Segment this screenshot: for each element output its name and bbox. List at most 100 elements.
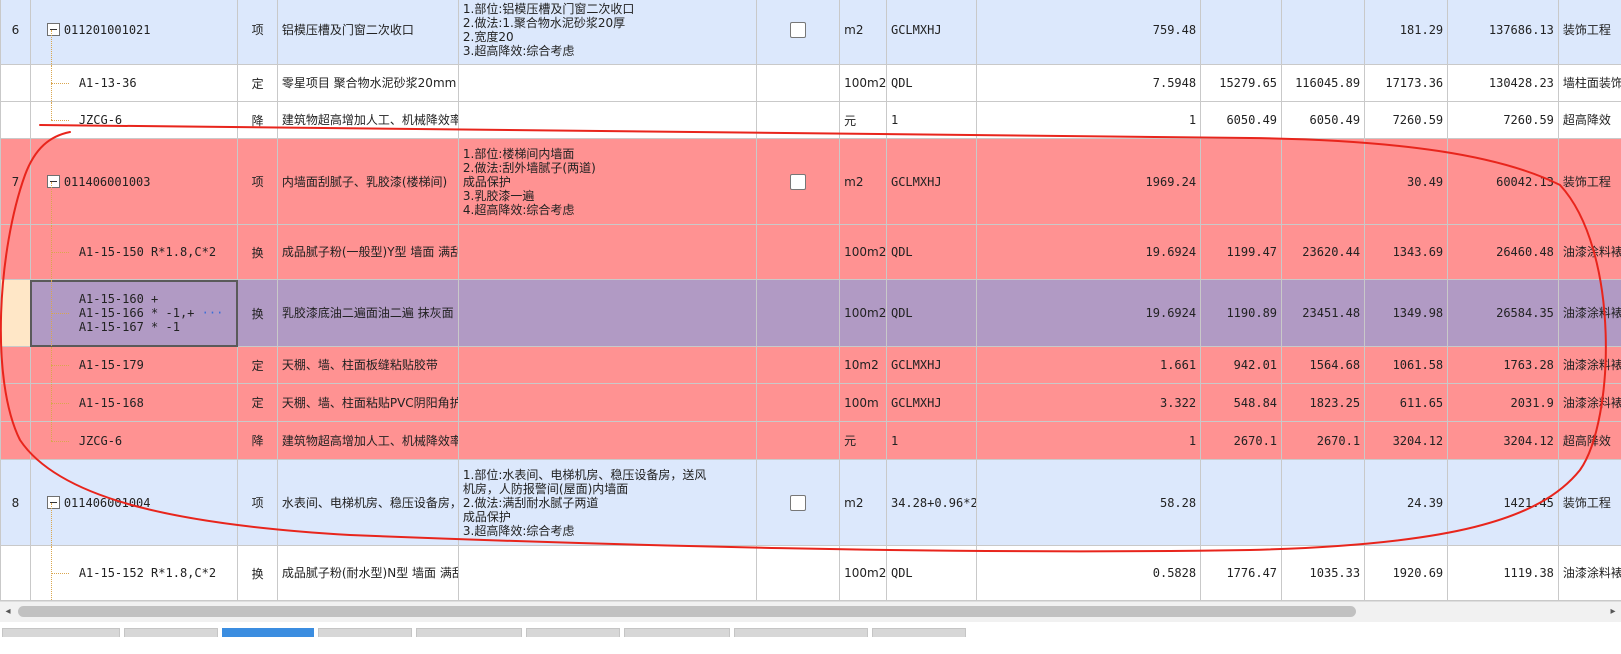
checkbox[interactable] bbox=[790, 173, 807, 190]
code-text: 011201001021 bbox=[63, 22, 151, 37]
table-row[interactable]: JZCG-6 降 建筑物超高增加人工、机械降效率 高度 80m以内 元 1 1 … bbox=[0, 421, 1621, 460]
code-text: A1-15-160 + bbox=[78, 292, 159, 306]
unit-price-cell: 611.65 bbox=[1364, 383, 1449, 422]
qty-cell[interactable]: 19.6924 bbox=[976, 279, 1202, 347]
tab[interactable] bbox=[872, 628, 966, 637]
tab[interactable] bbox=[124, 628, 218, 637]
table-row[interactable]: 7 011406001003 项 内墙面刮腻子、乳胶漆(楼梯间) 1.部位:楼梯… bbox=[0, 138, 1621, 225]
qty-cell[interactable]: 1.661 bbox=[976, 346, 1202, 384]
name-cell: 水表间、电梯机房、稳压设备房，送风机房，人防报警间(屋面) bbox=[276, 459, 459, 546]
qty-cell[interactable]: 759.48 bbox=[976, 0, 1202, 65]
qty-cell[interactable]: 0.5828 bbox=[976, 545, 1202, 601]
major-cell: 油漆涂料裱糊工程 bbox=[1557, 383, 1621, 422]
table-row[interactable]: 8 011406001004 项 水表间、电梯机房、稳压设备房，送风机房，人防报… bbox=[0, 459, 1621, 546]
major-cell: 油漆涂料裱糊工程 bbox=[1557, 545, 1621, 601]
feature-line: 成品保护 bbox=[462, 509, 511, 524]
collapse-toggle-icon[interactable] bbox=[46, 22, 60, 36]
code-cell[interactable]: A1-15-168 bbox=[29, 383, 239, 422]
tab[interactable] bbox=[526, 628, 620, 637]
checkbox[interactable] bbox=[790, 21, 807, 38]
expr-cell[interactable]: GCLMXHJ bbox=[885, 346, 978, 384]
features-cell bbox=[457, 346, 758, 384]
tab[interactable] bbox=[318, 628, 412, 637]
row-number bbox=[0, 383, 31, 422]
code-text: A1-13-36 bbox=[78, 76, 137, 90]
feature-line: 2.宽度20 bbox=[462, 29, 514, 44]
tree-line-icon bbox=[50, 181, 52, 224]
total-cell: 1763.28 bbox=[1447, 346, 1559, 384]
code-cell[interactable]: A1-15-152 R*1.8,C*2 bbox=[29, 545, 239, 601]
code-cell[interactable]: JZCG-6 bbox=[29, 421, 239, 460]
unit-cell: m2 bbox=[839, 138, 887, 225]
unit-cell: m2 bbox=[839, 459, 887, 546]
qty-cell[interactable]: 3.322 bbox=[976, 383, 1202, 422]
collapse-toggle-icon[interactable] bbox=[46, 174, 60, 188]
total-cell: 2031.9 bbox=[1447, 383, 1559, 422]
tab[interactable] bbox=[416, 628, 522, 637]
table-row[interactable]: A1-15-179 定 天棚、墙、柱面板缝粘贴胶带 10m2 GCLMXHJ 1… bbox=[0, 346, 1621, 384]
row-number bbox=[0, 545, 31, 601]
code-cell[interactable]: 011406001003 bbox=[29, 138, 239, 225]
expr-cell[interactable]: QDL bbox=[885, 545, 978, 601]
name-cell: 建筑物超高增加人工、机械降效率 高度 80m以内 bbox=[276, 101, 459, 139]
qty-cell[interactable]: 1 bbox=[976, 421, 1202, 460]
expr-cell[interactable]: 34.28+0.96*25 bbox=[885, 459, 978, 546]
code-cell[interactable]: A1-15-160 + A1-15-166 * -1,+ ··· A1-15-1… bbox=[29, 279, 239, 347]
check-cell bbox=[756, 224, 841, 280]
table-row[interactable]: A1-13-36 定 零星项目 聚合物水泥砂浆20mm 100m2 QDL 7.… bbox=[0, 64, 1621, 102]
price-cell: 15279.65 bbox=[1200, 64, 1283, 102]
expr-cell[interactable]: 1 bbox=[885, 101, 978, 139]
tab[interactable] bbox=[624, 628, 730, 637]
table-row[interactable]: A1-15-150 R*1.8,C*2 换 成品腻子粉(一般型)Y型 墙面 满刮… bbox=[0, 224, 1621, 280]
code-cell[interactable]: A1-15-179 bbox=[29, 346, 239, 384]
code-cell[interactable]: A1-13-36 bbox=[29, 64, 239, 102]
expr-cell[interactable]: GCLMXHJ bbox=[885, 138, 978, 225]
collapse-toggle-icon[interactable] bbox=[46, 495, 60, 509]
scroll-left-icon[interactable]: ◂ bbox=[2, 605, 14, 619]
name-cell: 乳胶漆底油二遍面油二遍 抹灰面 墙柱面 实际底漆遍数(遍):1 实际面漆遍数(遍… bbox=[276, 279, 459, 347]
price-cell: 1776.47 bbox=[1200, 545, 1283, 601]
table-row[interactable]: A1-15-160 + A1-15-166 * -1,+ ··· A1-15-1… bbox=[0, 279, 1621, 347]
scroll-right-icon[interactable]: ▸ bbox=[1607, 605, 1619, 619]
table-row[interactable]: A1-15-152 R*1.8,C*2 换 成品腻子粉(耐水型)N型 墙面 满刮… bbox=[0, 545, 1621, 601]
code-cell[interactable]: A1-15-150 R*1.8,C*2 bbox=[29, 224, 239, 280]
expr-cell[interactable]: GCLMXHJ bbox=[885, 0, 978, 65]
qty-cell[interactable]: 19.6924 bbox=[976, 224, 1202, 280]
row-number: 7 bbox=[0, 138, 31, 225]
price-cell bbox=[1200, 459, 1283, 546]
code-cell[interactable]: JZCG-6 bbox=[29, 101, 239, 139]
tab[interactable] bbox=[2, 628, 120, 637]
horizontal-scrollbar[interactable]: ◂ ▸ bbox=[0, 601, 1621, 622]
table-row[interactable]: A1-15-168 定 天棚、墙、柱面粘贴PVC阴阳角护角条 100m GCLM… bbox=[0, 383, 1621, 422]
scrollbar-thumb[interactable] bbox=[18, 606, 1356, 617]
table-row[interactable]: 6 011201001021 项 铝模压槽及门窗二次收口 1.部位:铝模压槽及门… bbox=[0, 0, 1621, 65]
tab[interactable] bbox=[734, 628, 868, 637]
features-cell bbox=[457, 421, 758, 460]
expr-cell[interactable]: QDL bbox=[885, 279, 978, 347]
expr-cell[interactable]: QDL bbox=[885, 64, 978, 102]
code-cell[interactable]: 011201001021 bbox=[29, 0, 239, 65]
more-options-icon[interactable]: ··· bbox=[202, 306, 224, 320]
code-text: A1-15-150 R*1.8,C*2 bbox=[78, 245, 217, 259]
boq-grid[interactable]: 6 011201001021 项 铝模压槽及门窗二次收口 1.部位:铝模压槽及门… bbox=[0, 0, 1621, 620]
features-cell bbox=[457, 383, 758, 422]
table-row[interactable]: JZCG-6 降 建筑物超高增加人工、机械降效率 高度 80m以内 元 1 1 … bbox=[0, 101, 1621, 139]
qty-cell[interactable]: 58.28 bbox=[976, 459, 1202, 546]
features-cell: 1.部位:水表间、电梯机房、稳压设备房，送风 机房，人防报警间(屋面)内墙面 2… bbox=[457, 459, 758, 546]
amount-cell bbox=[1281, 0, 1366, 65]
code-text: 011406001003 bbox=[63, 174, 151, 189]
features-cell bbox=[457, 64, 758, 102]
expr-cell[interactable]: 1 bbox=[885, 421, 978, 460]
unit-cell: m2 bbox=[839, 0, 887, 65]
expr-cell[interactable]: GCLMXHJ bbox=[885, 383, 978, 422]
qty-cell[interactable]: 7.5948 bbox=[976, 64, 1202, 102]
qty-cell[interactable]: 1969.24 bbox=[976, 138, 1202, 225]
amount-cell: 23620.44 bbox=[1281, 224, 1366, 280]
amount-cell bbox=[1281, 459, 1366, 546]
feature-line: 1.部位:楼梯间内墙面 bbox=[462, 146, 575, 161]
code-cell[interactable]: 011406001004 bbox=[29, 459, 239, 546]
tab-active[interactable] bbox=[222, 628, 314, 637]
qty-cell[interactable]: 1 bbox=[976, 101, 1202, 139]
expr-cell[interactable]: QDL bbox=[885, 224, 978, 280]
checkbox[interactable] bbox=[790, 494, 807, 511]
